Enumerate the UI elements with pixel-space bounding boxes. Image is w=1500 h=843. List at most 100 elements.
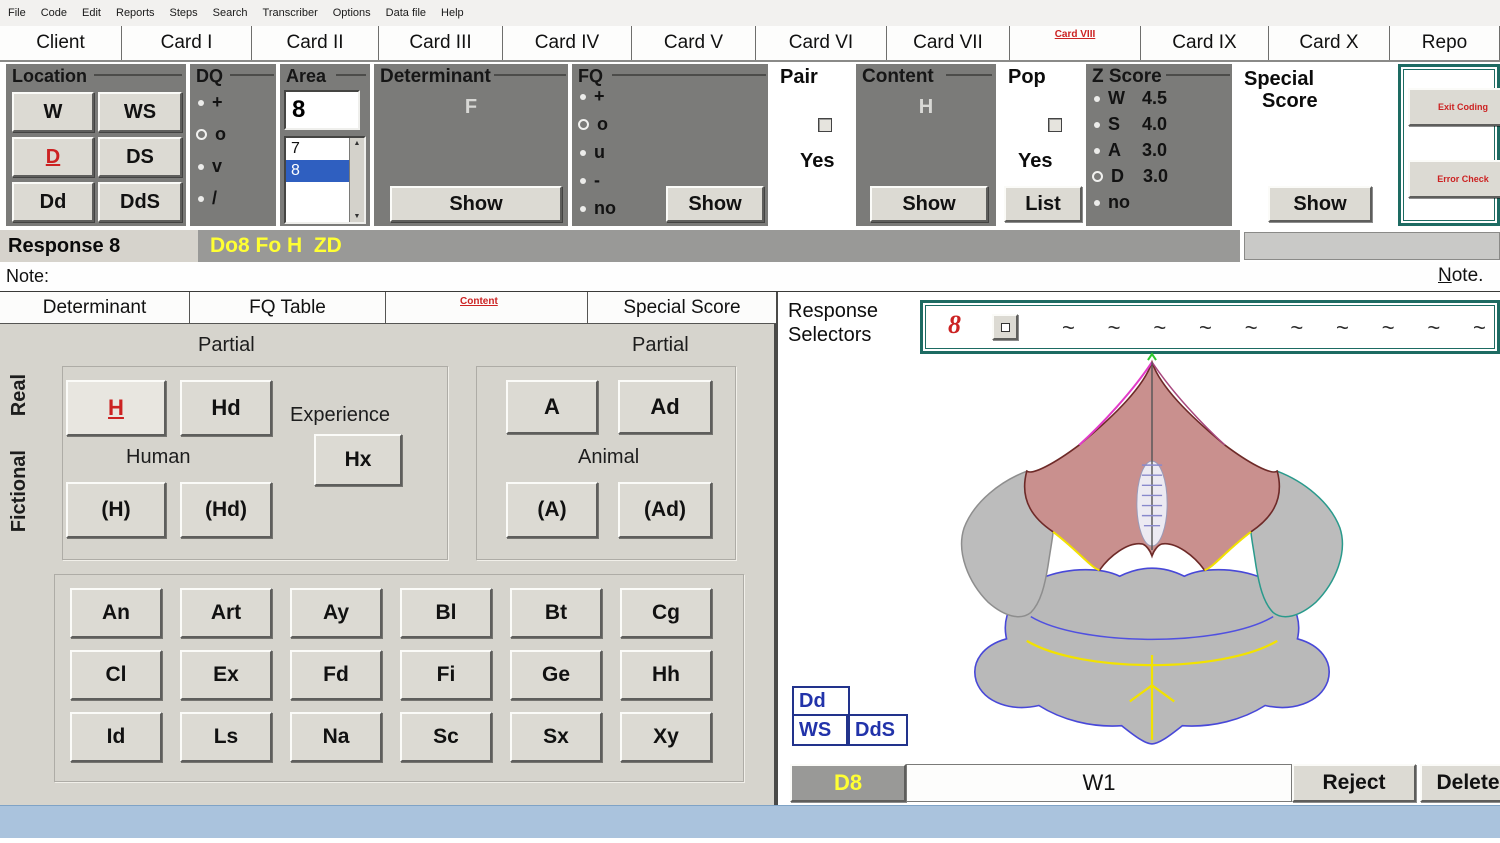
location-dds-button[interactable]: DdS [98, 182, 182, 222]
selector-slot[interactable]: ~ [1427, 315, 1440, 341]
tab-card-10[interactable]: Card X [1269, 26, 1390, 60]
content-cg-button[interactable]: Cg [620, 588, 712, 638]
content-ay-button[interactable]: Ay [290, 588, 382, 638]
content-bt-button[interactable]: Bt [510, 588, 602, 638]
menu-help[interactable]: Help [441, 7, 464, 19]
area-list-item[interactable]: 7 [286, 138, 349, 160]
content-sc-button[interactable]: Sc [400, 712, 492, 762]
special-score-show-button[interactable]: Show [1268, 186, 1372, 222]
selector-detail-button[interactable] [992, 314, 1018, 340]
content-id-button[interactable]: Id [70, 712, 162, 762]
tab-card-5[interactable]: Card V [632, 26, 756, 60]
tab-card-6[interactable]: Card VI [756, 26, 887, 60]
content-hx-button[interactable]: Hx [314, 434, 402, 486]
fq-option-plus[interactable]: + [580, 86, 605, 107]
content-hd-button[interactable]: Hd [180, 380, 272, 436]
tab-card-1[interactable]: Card I [122, 26, 252, 60]
error-check-button[interactable]: Error Check [1408, 160, 1500, 198]
tab-card-9[interactable]: Card IX [1141, 26, 1269, 60]
content-paren-h-button[interactable]: (H) [66, 482, 166, 538]
pair-checkbox[interactable] [818, 118, 832, 132]
content-art-button[interactable]: Art [180, 588, 272, 638]
menu-code[interactable]: Code [41, 7, 67, 19]
content-hh-button[interactable]: Hh [620, 650, 712, 700]
content-ex-button[interactable]: Ex [180, 650, 272, 700]
tab-reports[interactable]: Repo [1390, 26, 1500, 60]
selector-slot[interactable]: ~ [1153, 315, 1166, 341]
zscore-option-d-selected[interactable]: D 3.0 [1092, 166, 1226, 187]
content-show-button[interactable]: Show [870, 186, 988, 222]
area-list-scrollbar[interactable]: ▲ ▼ [349, 138, 364, 222]
dq-option-v[interactable]: v [198, 156, 222, 177]
area-input[interactable]: 8 [284, 90, 360, 130]
content-fd-button[interactable]: Fd [290, 650, 382, 700]
zscore-option-no[interactable]: no [1094, 192, 1130, 213]
tab-content-active[interactable]: Content [460, 296, 498, 307]
blot-ws-toggle[interactable]: WS [792, 714, 848, 746]
note-link[interactable]: Note. [1438, 265, 1483, 287]
area-list-item-selected[interactable]: 8 [286, 160, 349, 182]
tab-card-4[interactable]: Card IV [503, 26, 632, 60]
tab-determinant[interactable]: Determinant [0, 292, 190, 324]
selector-slot[interactable]: ~ [1062, 315, 1075, 341]
content-na-button[interactable]: Na [290, 712, 382, 762]
content-cl-button[interactable]: Cl [70, 650, 162, 700]
exit-coding-button[interactable]: Exit Coding [1408, 88, 1500, 126]
zscore-option-w[interactable]: W 4.5 [1094, 88, 1226, 109]
dq-option-slash[interactable]: / [198, 188, 217, 209]
area-listbox[interactable]: 7 8 ▲ ▼ [284, 136, 366, 224]
location-dd-button[interactable]: Dd [12, 182, 94, 222]
selector-active-response[interactable]: 8 [948, 310, 961, 340]
content-sx-button[interactable]: Sx [510, 712, 602, 762]
tab-special-score[interactable]: Special Score [588, 292, 776, 324]
location-ds-button[interactable]: DS [98, 137, 182, 177]
content-ls-button[interactable]: Ls [180, 712, 272, 762]
selector-slot[interactable]: ~ [1336, 315, 1349, 341]
zscore-option-a[interactable]: A 3.0 [1094, 140, 1226, 161]
location-d-button-selected[interactable]: D [12, 137, 94, 177]
determinant-show-button[interactable]: Show [390, 186, 562, 222]
menu-steps[interactable]: Steps [170, 7, 198, 19]
content-ge-button[interactable]: Ge [510, 650, 602, 700]
selector-slot[interactable]: ~ [1473, 315, 1486, 341]
blot-dd-toggle[interactable]: Dd [792, 686, 850, 716]
tab-card-2[interactable]: Card II [252, 26, 379, 60]
tab-card-3[interactable]: Card III [379, 26, 503, 60]
fq-option-no[interactable]: no [580, 198, 616, 219]
selector-slot[interactable]: ~ [1382, 315, 1395, 341]
content-paren-hd-button[interactable]: (Hd) [180, 482, 272, 538]
fq-option-o-selected[interactable]: o [578, 114, 608, 135]
content-fi-button[interactable]: Fi [400, 650, 492, 700]
tab-card-7[interactable]: Card VII [887, 26, 1010, 60]
location-code-d8-button[interactable]: D8 [790, 764, 906, 802]
selector-slot[interactable]: ~ [1290, 315, 1303, 341]
fq-option-minus[interactable]: - [580, 170, 600, 191]
fq-show-button[interactable]: Show [666, 186, 764, 222]
menu-data-file[interactable]: Data file [386, 7, 426, 19]
tab-fq-table[interactable]: FQ Table [190, 292, 386, 324]
menu-edit[interactable]: Edit [82, 7, 101, 19]
content-bl-button[interactable]: Bl [400, 588, 492, 638]
dq-option-o-selected[interactable]: o [196, 124, 226, 145]
delete-button[interactable]: Delete [1420, 764, 1500, 802]
selector-slot[interactable]: ~ [1199, 315, 1212, 341]
selector-slot[interactable]: ~ [1108, 315, 1121, 341]
w-code-display[interactable]: W1 [906, 764, 1292, 802]
menu-transcriber[interactable]: Transcriber [263, 7, 318, 19]
content-paren-a-button[interactable]: (A) [506, 482, 598, 538]
scroll-down-icon[interactable]: ▼ [354, 213, 361, 220]
content-an-button[interactable]: An [70, 588, 162, 638]
blot-dds-toggle[interactable]: DdS [848, 714, 908, 746]
pop-checkbox[interactable] [1048, 118, 1062, 132]
menu-options[interactable]: Options [333, 7, 371, 19]
content-h-button-selected[interactable]: H [66, 380, 166, 436]
selector-slot[interactable]: ~ [1245, 315, 1258, 341]
location-w-button[interactable]: W [12, 92, 94, 132]
menu-reports[interactable]: Reports [116, 7, 155, 19]
inkblot-display[interactable] [928, 352, 1376, 756]
fq-option-u[interactable]: u [580, 142, 605, 163]
location-ws-button[interactable]: WS [98, 92, 182, 132]
tab-client[interactable]: Client [0, 26, 122, 60]
content-xy-button[interactable]: Xy [620, 712, 712, 762]
tab-card-8-active[interactable]: Card VIII [1010, 26, 1141, 60]
